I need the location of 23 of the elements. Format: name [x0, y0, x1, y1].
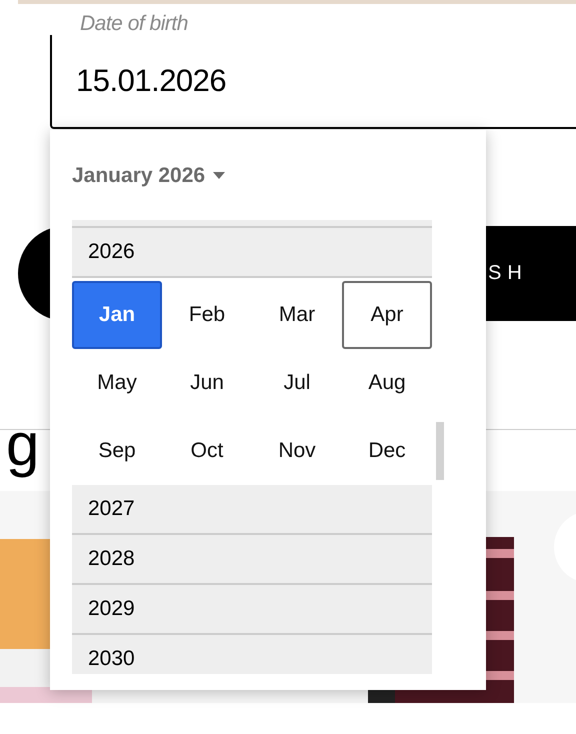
month-option[interactable]: Jul	[252, 349, 342, 417]
month-option[interactable]: Oct	[162, 417, 252, 485]
heading: g	[6, 410, 40, 479]
month-option[interactable]: Feb	[162, 281, 252, 349]
month-option[interactable]: Dec	[342, 417, 432, 485]
year-row[interactable]: 2026	[72, 228, 432, 278]
month-year-dropdown[interactable]: January 2026	[72, 162, 226, 190]
year-row[interactable]: 2028	[72, 535, 432, 585]
month-option[interactable]: Jun	[162, 349, 252, 417]
month-option[interactable]: Apr	[342, 281, 432, 349]
action-button[interactable]: SH	[486, 226, 576, 321]
scrollbar-thumb[interactable]	[436, 422, 444, 480]
month-option[interactable]: Aug	[342, 349, 432, 417]
year-row[interactable]: 2029	[72, 585, 432, 635]
month-option[interactable]: May	[72, 349, 162, 417]
month-option[interactable]: Mar	[252, 281, 342, 349]
month-option[interactable]: Nov	[252, 417, 342, 485]
year-row[interactable]: 2027	[72, 485, 432, 535]
year-row[interactable]: 2030	[72, 635, 432, 674]
month-option[interactable]: Jan	[72, 281, 162, 349]
month-option[interactable]: Sep	[72, 417, 162, 485]
field-label: Date of birth	[80, 12, 188, 36]
caret-icon	[213, 172, 226, 180]
